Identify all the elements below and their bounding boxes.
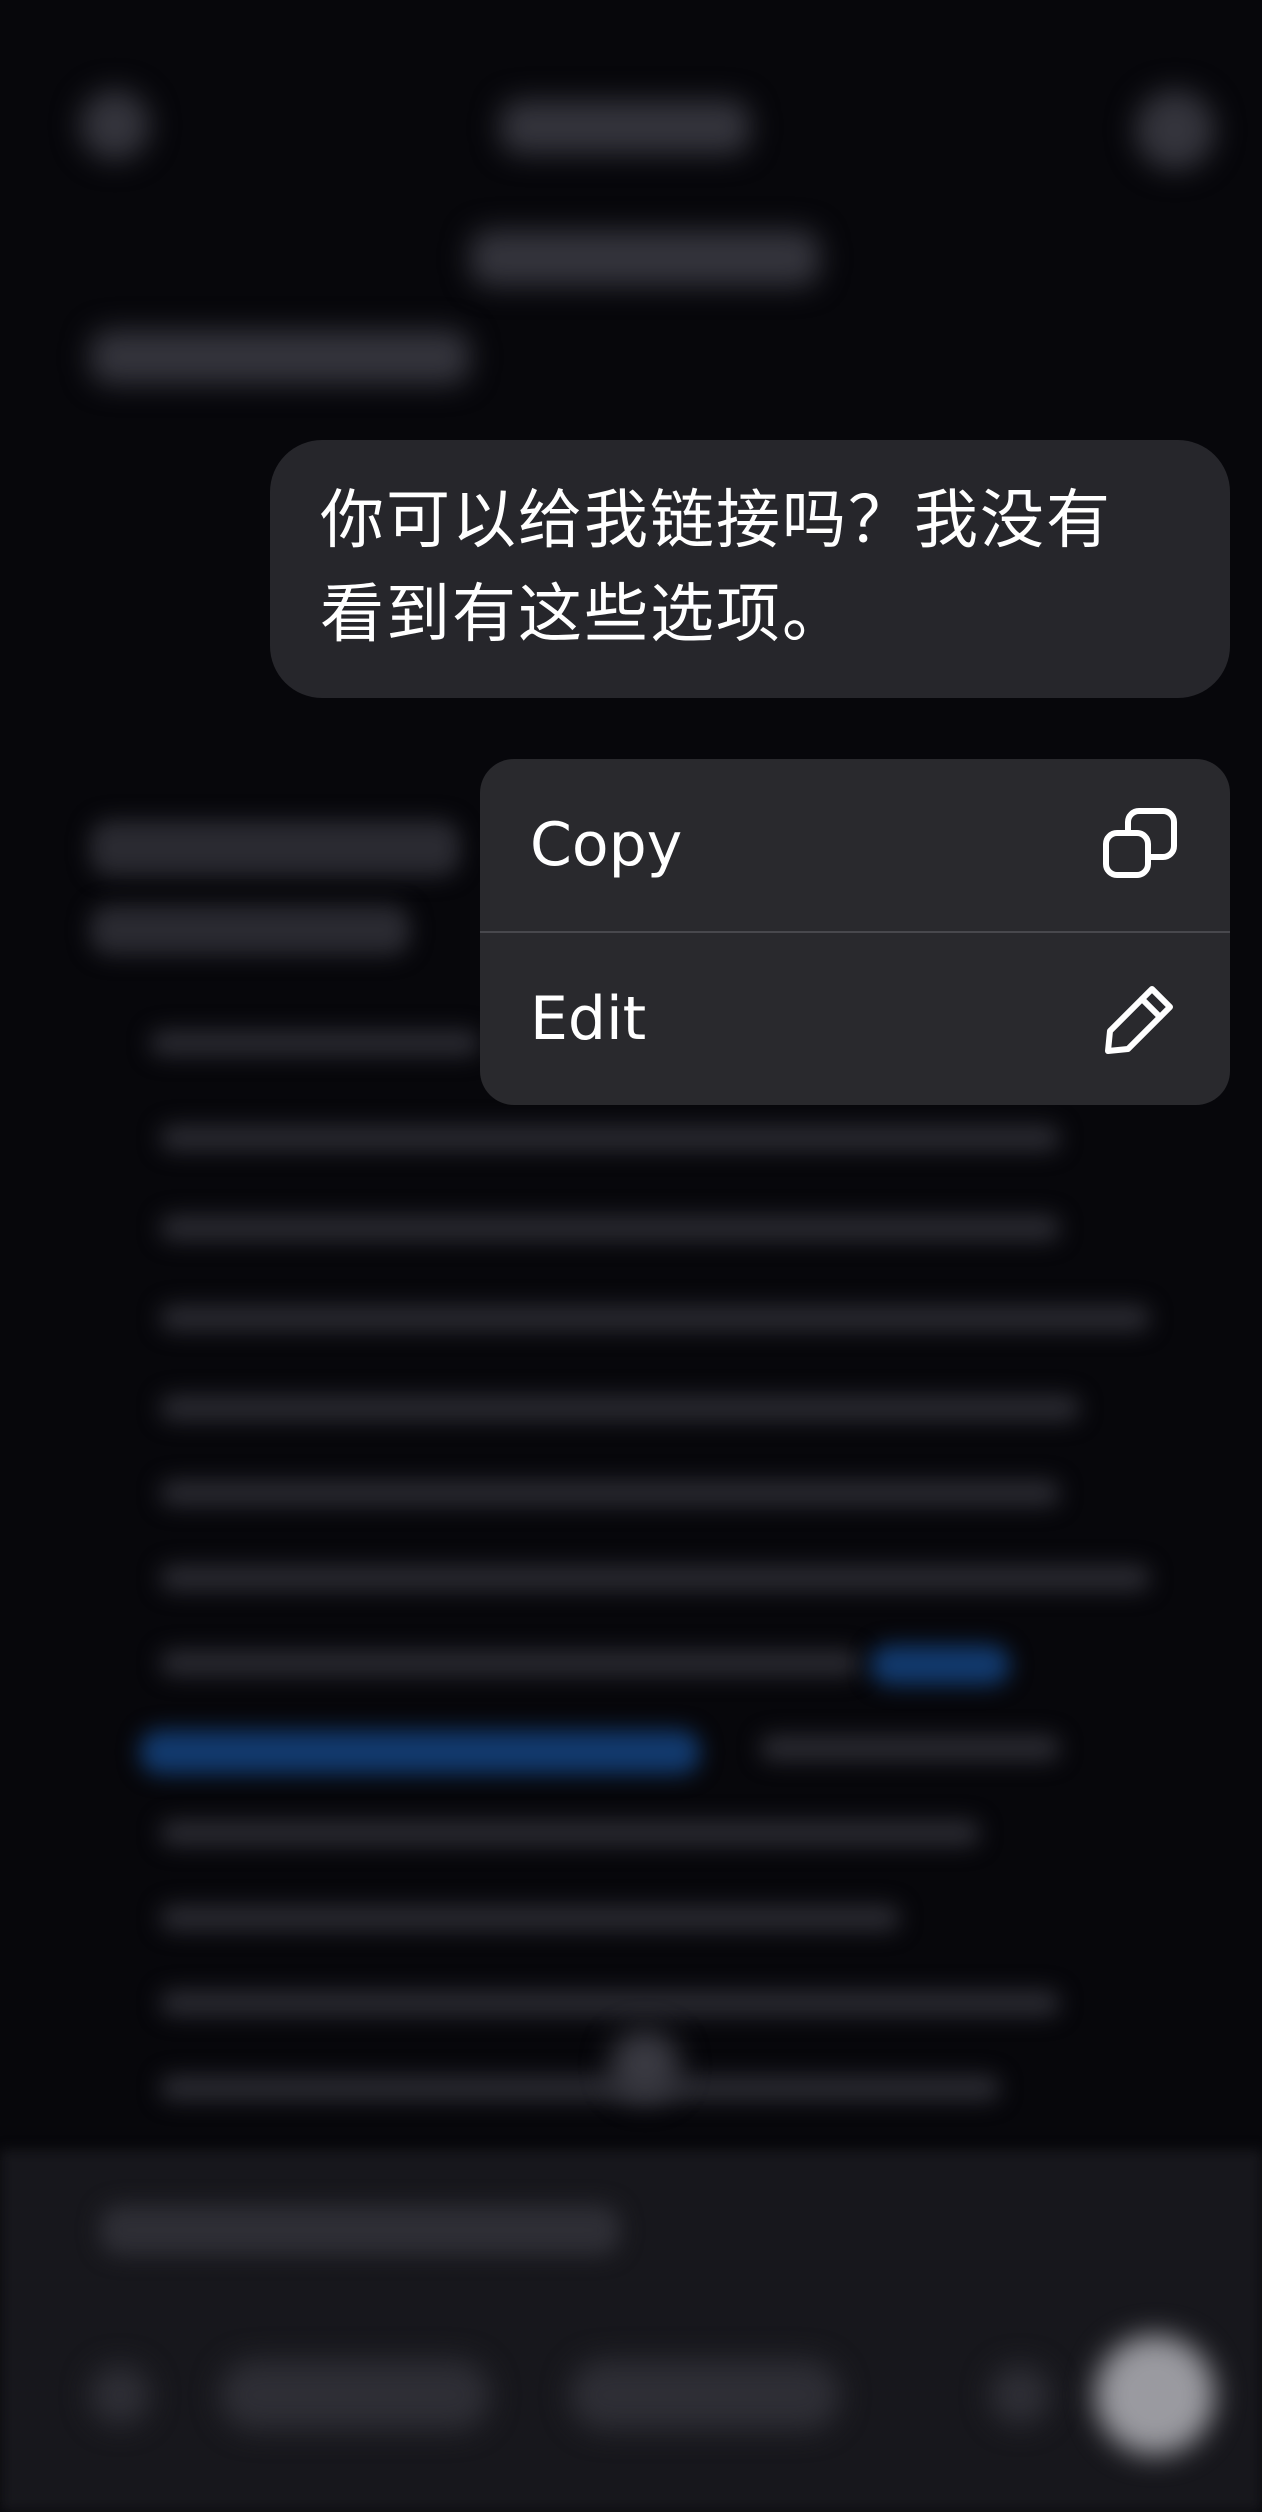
composer-placeholder-blur xyxy=(100,2205,620,2255)
response-line-blur xyxy=(160,1990,1060,2016)
copy-label: Copy xyxy=(530,810,683,880)
header-subtitle-blur xyxy=(470,230,820,286)
message-text-line: 看到有这些选项。 xyxy=(320,578,848,652)
response-line-blur xyxy=(160,1215,1060,1241)
scroll-down-button-blur xyxy=(610,2030,680,2100)
chip-blur xyxy=(220,2360,490,2430)
response-line-blur xyxy=(160,1395,1080,1421)
response-line-blur xyxy=(160,1125,1060,1151)
context-menu: Copy Edit xyxy=(480,759,1230,1105)
response-line-blur xyxy=(150,1030,480,1056)
response-line-blur xyxy=(160,1480,1060,1506)
response-line-blur xyxy=(160,1905,900,1931)
plus-button-blur xyxy=(90,2365,150,2425)
response-line-blur xyxy=(160,1820,980,1846)
response-line-blur xyxy=(160,1650,860,1676)
user-message-bubble: 你可以给我链接吗？我没有 看到有这些选项。 xyxy=(270,440,1230,698)
back-button-blur xyxy=(80,90,150,160)
pencil-icon xyxy=(1105,986,1173,1054)
header-avatar-blur xyxy=(1135,90,1215,170)
header-title-blur xyxy=(500,100,750,154)
blurred-background xyxy=(0,0,1262,2512)
edit-menu-item[interactable]: Edit xyxy=(480,933,1230,1105)
link-blur xyxy=(140,1730,700,1774)
response-line-blur xyxy=(160,1565,1150,1591)
response-line-blur xyxy=(760,1735,1060,1761)
response-heading-blur xyxy=(90,905,410,955)
chip-blur xyxy=(570,2360,840,2430)
response-line-blur xyxy=(160,1305,1150,1331)
mic-button-blur xyxy=(990,2365,1050,2425)
message-text-line: 你可以给我链接吗？我没有 xyxy=(320,484,1112,558)
copy-menu-item[interactable]: Copy xyxy=(480,759,1230,931)
send-button-blur xyxy=(1095,2335,1215,2455)
toolbar-blur xyxy=(90,330,470,384)
edit-label: Edit xyxy=(530,984,647,1054)
copy-icon xyxy=(1103,808,1177,878)
response-line-blur xyxy=(160,2075,1000,2101)
link-blur xyxy=(870,1645,1010,1685)
response-heading-blur xyxy=(90,820,460,876)
